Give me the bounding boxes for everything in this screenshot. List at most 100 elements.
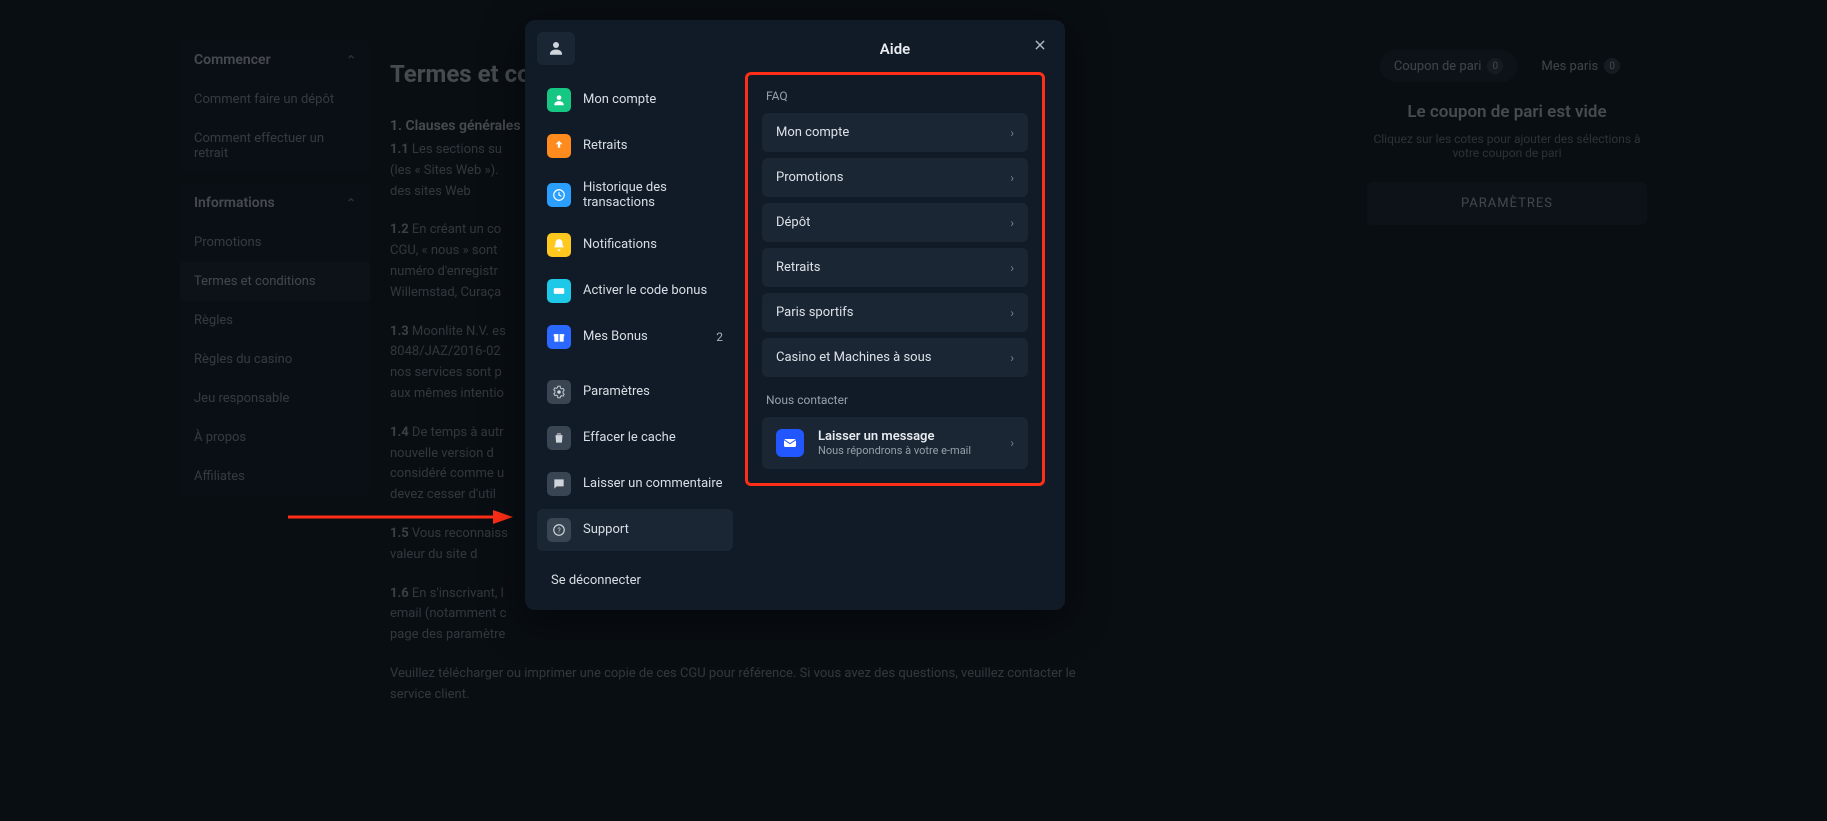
- chevron-up-icon: ⌃: [346, 196, 356, 210]
- chevron-right-icon: ›: [1010, 216, 1014, 230]
- sidebar-item-affiliates[interactable]: Affiliates: [180, 457, 370, 496]
- tab-label: Coupon de pari: [1394, 59, 1482, 74]
- tab-coupon[interactable]: Coupon de pari 0: [1380, 50, 1518, 82]
- empty-title: Le coupon de pari est vide: [1367, 102, 1647, 122]
- person-icon: [547, 39, 565, 57]
- tab-badge: 0: [1604, 58, 1620, 74]
- account-icon: [547, 88, 571, 112]
- menu-label: Effacer le cache: [583, 430, 723, 446]
- menu-label: Support: [583, 522, 723, 538]
- menu-count: 2: [716, 330, 723, 344]
- faq-label: Paris sportifs: [776, 305, 854, 320]
- contact-subtitle: Nous répondrons à votre e-mail: [818, 444, 996, 457]
- close-icon: [1033, 38, 1047, 52]
- contact-card[interactable]: Laisser un message Nous répondrons à vot…: [762, 417, 1028, 469]
- menu-label: Retraits: [583, 138, 723, 154]
- faq-label: Dépôt: [776, 215, 810, 230]
- menu-label: Mes Bonus: [583, 329, 704, 345]
- sidebar-item-about[interactable]: À propos: [180, 418, 370, 457]
- menu-item-my-bonus[interactable]: Mes Bonus 2: [537, 316, 733, 358]
- bell-icon: [547, 233, 571, 257]
- menu-item-clear-cache[interactable]: Effacer le cache: [537, 417, 733, 459]
- menu-item-settings[interactable]: Paramètres: [537, 371, 733, 413]
- menu-label: Historique des transactions: [583, 180, 723, 211]
- history-icon: [547, 183, 571, 207]
- ticket-icon: [547, 279, 571, 303]
- faq-label: Casino et Machines à sous: [776, 350, 931, 365]
- svg-text:?: ?: [557, 527, 561, 535]
- faq-label: Promotions: [776, 170, 843, 185]
- avatar-button[interactable]: [537, 32, 575, 65]
- menu-item-history[interactable]: Historique des transactions: [537, 171, 733, 220]
- trash-icon: [547, 426, 571, 450]
- sidebar-section-informations: Informations ⌃ Promotions Termes et cond…: [180, 183, 370, 496]
- close-button[interactable]: [1029, 34, 1051, 56]
- menu-item-support[interactable]: ? Support: [537, 509, 733, 551]
- coupon-tabs: Coupon de pari 0 Mes paris 0: [1367, 50, 1647, 82]
- chevron-up-icon: ⌃: [346, 53, 356, 67]
- help-icon: ?: [547, 518, 571, 542]
- faq-item-promotions[interactable]: Promotions ›: [762, 158, 1028, 197]
- sidebar-header-commencer[interactable]: Commencer ⌃: [180, 40, 370, 80]
- tab-mybets[interactable]: Mes paris 0: [1527, 50, 1634, 82]
- chevron-right-icon: ›: [1010, 171, 1014, 185]
- chevron-right-icon: ›: [1010, 351, 1014, 365]
- sidebar-item-responsible[interactable]: Jeu responsable: [180, 379, 370, 418]
- faq-item-account[interactable]: Mon compte ›: [762, 113, 1028, 152]
- faq-item-deposit[interactable]: Dépôt ›: [762, 203, 1028, 242]
- modal-menu: Mon compte Retraits Historique des trans…: [525, 20, 745, 610]
- sidebar-item-rules[interactable]: Règles: [180, 301, 370, 340]
- faq-label: Retraits: [776, 260, 821, 275]
- settings-button[interactable]: PARAMÈTRES: [1367, 182, 1647, 225]
- highlighted-region: FAQ Mon compte › Promotions › Dépôt › Re…: [745, 72, 1045, 486]
- sidebar-item[interactable]: Comment faire un dépôt: [180, 80, 370, 119]
- contact-text: Laisser un message Nous répondrons à vot…: [818, 429, 996, 457]
- sidebar-header-informations[interactable]: Informations ⌃: [180, 183, 370, 223]
- chevron-right-icon: ›: [1010, 261, 1014, 275]
- chat-icon: [547, 472, 571, 496]
- gear-icon: [547, 380, 571, 404]
- sidebar-header-label: Commencer: [194, 52, 271, 68]
- contact-label: Nous contacter: [766, 393, 1028, 407]
- chevron-right-icon: ›: [1010, 126, 1014, 140]
- faq-item-casino[interactable]: Casino et Machines à sous ›: [762, 338, 1028, 377]
- contact-title: Laisser un message: [818, 429, 996, 444]
- menu-label: Se déconnecter: [551, 573, 723, 589]
- modal-right-pane: Aide FAQ Mon compte › Promotions › Dépôt…: [745, 20, 1065, 610]
- menu-label: Notifications: [583, 237, 723, 253]
- help-modal: Mon compte Retraits Historique des trans…: [525, 20, 1065, 610]
- clause-title: 1. Clauses générales: [390, 118, 521, 134]
- sidebar-item-promotions[interactable]: Promotions: [180, 223, 370, 262]
- gift-icon: [547, 325, 571, 349]
- menu-item-logout[interactable]: Se déconnecter: [537, 564, 733, 598]
- faq-item-sports[interactable]: Paris sportifs ›: [762, 293, 1028, 332]
- mail-icon: [776, 429, 804, 457]
- tab-label: Mes paris: [1541, 59, 1598, 74]
- menu-label: Activer le code bonus: [583, 283, 723, 299]
- faq-label: FAQ: [766, 89, 1028, 103]
- chevron-right-icon: ›: [1010, 436, 1014, 450]
- modal-title: Aide: [745, 34, 1045, 72]
- right-column: Coupon de pari 0 Mes paris 0 Le coupon d…: [1367, 20, 1647, 821]
- sidebar-item-terms[interactable]: Termes et conditions: [180, 262, 370, 301]
- sidebar-item[interactable]: Comment effectuer un retrait: [180, 119, 370, 173]
- menu-item-withdrawals[interactable]: Retraits: [537, 125, 733, 167]
- faq-label: Mon compte: [776, 125, 849, 140]
- menu-item-notifications[interactable]: Notifications: [537, 224, 733, 266]
- withdraw-icon: [547, 134, 571, 158]
- empty-subtitle: Cliquez sur les cotes pour ajouter des s…: [1367, 132, 1647, 160]
- tab-badge: 0: [1487, 58, 1503, 74]
- sidebar-header-label: Informations: [194, 195, 275, 211]
- menu-label: Paramètres: [583, 384, 723, 400]
- term-footer: Veuillez télécharger ou imprimer une cop…: [390, 664, 1090, 706]
- menu-label: Laisser un commentaire: [583, 476, 723, 492]
- menu-item-account[interactable]: Mon compte: [537, 79, 733, 121]
- sidebar-section-commencer: Commencer ⌃ Comment faire un dépôt Comme…: [180, 40, 370, 173]
- page-root: Commencer ⌃ Comment faire un dépôt Comme…: [0, 0, 1827, 821]
- faq-item-withdrawals[interactable]: Retraits ›: [762, 248, 1028, 287]
- sidebar: Commencer ⌃ Comment faire un dépôt Comme…: [180, 20, 370, 821]
- menu-item-comment[interactable]: Laisser un commentaire: [537, 463, 733, 505]
- chevron-right-icon: ›: [1010, 306, 1014, 320]
- sidebar-item-casino-rules[interactable]: Règles du casino: [180, 340, 370, 379]
- menu-item-bonus-code[interactable]: Activer le code bonus: [537, 270, 733, 312]
